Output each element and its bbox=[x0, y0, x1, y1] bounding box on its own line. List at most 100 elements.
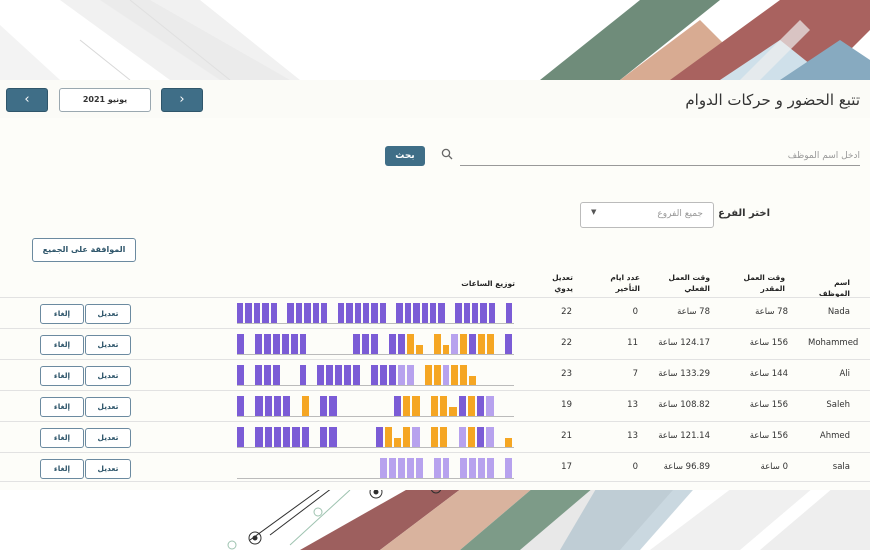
search-button[interactable]: بحث bbox=[385, 146, 425, 166]
chart-baseline bbox=[237, 416, 514, 417]
column-header-actual: وقت العمل الفعلي bbox=[668, 273, 710, 293]
edit-button[interactable]: تعديل bbox=[85, 335, 131, 355]
day-bar bbox=[371, 365, 378, 385]
day-bar bbox=[504, 438, 512, 447]
employee-search-input[interactable] bbox=[460, 147, 860, 166]
day-bar bbox=[430, 303, 437, 323]
day-bar bbox=[404, 303, 412, 323]
day-bar bbox=[272, 365, 280, 385]
day-bar bbox=[388, 334, 396, 354]
day-bar bbox=[237, 365, 244, 385]
day-bar bbox=[362, 334, 370, 354]
day-bar bbox=[415, 458, 423, 478]
actual-hours: 121.14 ساعة bbox=[658, 431, 710, 441]
day-bar bbox=[406, 458, 414, 478]
column-header-distribution: توزيع الساعات bbox=[461, 279, 515, 288]
day-bar bbox=[263, 365, 271, 385]
day-bar bbox=[263, 334, 271, 354]
day-bar bbox=[281, 334, 289, 354]
manual-edits: 22 bbox=[561, 338, 572, 348]
day-bar bbox=[254, 365, 262, 385]
edit-button[interactable]: تعديل bbox=[85, 304, 131, 324]
day-bar bbox=[312, 303, 319, 323]
day-bar bbox=[486, 396, 494, 416]
chart-baseline bbox=[237, 478, 514, 479]
hours-distribution-chart bbox=[237, 329, 514, 360]
day-bar bbox=[472, 303, 479, 323]
employee-name: sala bbox=[832, 462, 850, 472]
prev-month-button[interactable]: ‹ bbox=[6, 88, 48, 112]
table-row: Mohammed 156 ساعة 124.17 ساعة 11 22 تعديل إلغا… bbox=[0, 328, 870, 360]
edit-button[interactable]: تعديل bbox=[85, 459, 131, 479]
branch-select[interactable]: جميع الفروع ▼ bbox=[580, 202, 714, 228]
chart-baseline bbox=[237, 354, 514, 355]
day-bar bbox=[477, 427, 485, 447]
actual-hours: 78 ساعة bbox=[677, 307, 710, 317]
day-bar bbox=[388, 365, 396, 385]
day-bar bbox=[237, 334, 244, 354]
hours-distribution-chart bbox=[237, 360, 514, 391]
actual-hours: 96.89 ساعة bbox=[663, 462, 710, 472]
day-bar bbox=[433, 334, 441, 354]
late-days: 13 bbox=[627, 431, 638, 441]
day-bar bbox=[384, 427, 392, 447]
day-bar bbox=[379, 458, 387, 478]
chevron-down-icon: ▼ bbox=[591, 208, 597, 216]
day-bar bbox=[262, 303, 269, 323]
day-bar bbox=[403, 396, 411, 416]
day-bar bbox=[388, 458, 396, 478]
day-bar bbox=[379, 303, 387, 323]
day-bar bbox=[270, 303, 277, 323]
cancel-button[interactable]: إلغاء bbox=[40, 304, 84, 324]
actual-hours: 108.82 ساعة bbox=[658, 400, 710, 410]
cancel-button[interactable]: إلغاء bbox=[40, 459, 84, 479]
planned-hours: 156 ساعة bbox=[749, 338, 788, 348]
next-month-button[interactable]: › bbox=[161, 88, 203, 112]
day-bar bbox=[486, 427, 494, 447]
cancel-button[interactable]: إلغاء bbox=[40, 397, 84, 417]
cancel-button[interactable]: إلغاء bbox=[40, 335, 84, 355]
late-days: 11 bbox=[627, 338, 638, 348]
day-bar bbox=[478, 458, 486, 478]
day-bar bbox=[393, 396, 402, 416]
day-bar bbox=[292, 427, 300, 447]
day-bar bbox=[442, 458, 450, 478]
edit-button[interactable]: تعديل bbox=[85, 397, 131, 417]
day-bar bbox=[430, 427, 439, 447]
day-bar bbox=[299, 365, 307, 385]
table-row: Ahmed 156 ساعة 121.14 ساعة 13 21 تعديل إلغاء bbox=[0, 421, 870, 453]
day-bar bbox=[326, 365, 334, 385]
hours-distribution-chart bbox=[237, 298, 514, 329]
day-bar bbox=[396, 303, 403, 323]
planned-hours: 144 ساعة bbox=[749, 369, 788, 379]
table-row: sala 0 ساعة 96.89 ساعة 0 17 تعديل إلغاء bbox=[0, 452, 870, 484]
manual-edits: 17 bbox=[561, 462, 572, 472]
day-bar bbox=[273, 427, 282, 447]
edit-button[interactable]: تعديل bbox=[85, 366, 131, 386]
manual-edits: 19 bbox=[561, 400, 572, 410]
planned-hours: 78 ساعة bbox=[755, 307, 788, 317]
manual-edits: 21 bbox=[561, 431, 572, 441]
employee-name: Mohammed bbox=[808, 338, 859, 348]
day-bar bbox=[449, 407, 457, 416]
day-bar bbox=[469, 458, 477, 478]
month-display[interactable]: يونيو 2021 bbox=[59, 88, 151, 112]
planned-hours: 156 ساعة bbox=[749, 431, 788, 441]
day-bar bbox=[460, 334, 468, 354]
day-bar bbox=[329, 396, 337, 416]
day-bar bbox=[253, 303, 261, 323]
day-bar bbox=[301, 396, 309, 416]
day-bar bbox=[467, 427, 476, 447]
day-bar bbox=[505, 303, 512, 323]
day-bar bbox=[335, 365, 343, 385]
late-days: 13 bbox=[627, 400, 638, 410]
day-bar bbox=[272, 334, 280, 354]
day-bar bbox=[413, 303, 420, 323]
day-bar bbox=[237, 303, 244, 323]
cancel-button[interactable]: إلغاء bbox=[40, 428, 84, 448]
edit-button[interactable]: تعديل bbox=[85, 428, 131, 448]
day-bar bbox=[477, 396, 485, 416]
cancel-button[interactable]: إلغاء bbox=[40, 366, 84, 386]
planned-hours: 156 ساعة bbox=[749, 400, 788, 410]
approve-all-button[interactable]: الموافقة على الجميع bbox=[32, 238, 136, 262]
